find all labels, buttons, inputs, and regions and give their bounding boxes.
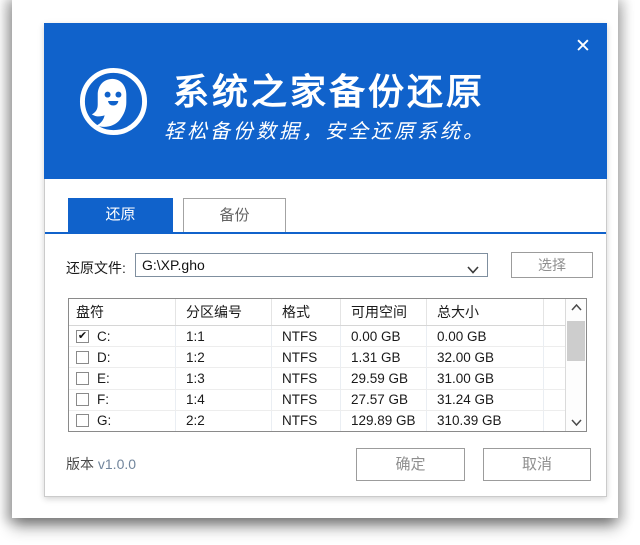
- version-label: 版本: [66, 456, 94, 472]
- cell-filler: [544, 411, 565, 431]
- cell-free: 0.00 GB: [341, 326, 427, 346]
- cell-filler: [544, 390, 565, 410]
- close-icon[interactable]: ✕: [572, 35, 594, 57]
- cell-free: 1.31 GB: [341, 347, 427, 367]
- cell-format: NTFS: [272, 326, 341, 346]
- ok-button[interactable]: 确定: [356, 448, 465, 481]
- tab-backup[interactable]: 备份: [183, 198, 286, 232]
- cell-drive: ✔ C:: [69, 326, 176, 346]
- app-subtitle: 轻松备份数据，安全还原系统。: [164, 115, 486, 144]
- cell-total: 32.00 GB: [427, 347, 544, 367]
- version-value: v1.0.0: [98, 456, 136, 472]
- column-header-filler: [544, 299, 565, 325]
- column-header-total[interactable]: 总大小: [427, 299, 544, 325]
- backup-restore-dialog: ✕ 系统之家备份还原 轻松备份数据，安全还原系统。 还原 备份 还原文件: G:…: [44, 23, 607, 497]
- cell-total: 0.00 GB: [427, 326, 544, 346]
- row-checkbox[interactable]: [76, 414, 89, 427]
- cell-drive: G:: [69, 411, 176, 431]
- table-row[interactable]: D: 1:2NTFS1.31 GB32.00 GB: [69, 347, 565, 368]
- restore-file-value: G:\XP.gho: [142, 257, 205, 273]
- table-header: 盘符 分区编号 格式 可用空间 总大小: [69, 299, 565, 326]
- cell-filler: [544, 326, 565, 346]
- tab-bar: 还原 备份: [45, 198, 606, 232]
- cancel-button[interactable]: 取消: [483, 448, 591, 481]
- table-body: ✔C:1:1NTFS0.00 GB0.00 GBD:1:2NTFS1.31 GB…: [69, 326, 565, 431]
- cell-partition: 1:4: [176, 390, 272, 410]
- partition-table-main: 盘符 分区编号 格式 可用空间 总大小 ✔C:1:1NTFS0.00 GB0.0…: [69, 299, 565, 431]
- scrollbar-track[interactable]: [566, 316, 586, 414]
- page-card: ✕ 系统之家备份还原 轻松备份数据，安全还原系统。 还原 备份 还原文件: G:…: [12, 0, 618, 518]
- ghost-logo-icon: [78, 66, 149, 137]
- cell-free: 27.57 GB: [341, 390, 427, 410]
- version-text: 版本 v1.0.0: [66, 454, 136, 474]
- drive-letter: E:: [97, 371, 110, 386]
- cell-drive: D:: [69, 347, 176, 367]
- cell-total: 310.39 GB: [427, 411, 544, 431]
- scroll-up-icon[interactable]: [566, 299, 586, 316]
- restore-file-label: 还原文件:: [66, 258, 126, 278]
- restore-file-combobox[interactable]: G:\XP.gho: [135, 253, 488, 277]
- column-header-partition[interactable]: 分区编号: [176, 299, 272, 325]
- app-title: 系统之家备份还原: [173, 63, 485, 115]
- cell-partition: 2:2: [176, 411, 272, 431]
- cell-partition: 1:3: [176, 368, 272, 388]
- cell-filler: [544, 347, 565, 367]
- cell-format: NTFS: [272, 347, 341, 367]
- dialog-header: ✕ 系统之家备份还原 轻松备份数据，安全还原系统。: [44, 23, 607, 179]
- row-checkbox[interactable]: ✔: [76, 330, 89, 343]
- cell-format: NTFS: [272, 390, 341, 410]
- cell-filler: [544, 368, 565, 388]
- tab-underline: [45, 232, 606, 234]
- table-row[interactable]: F: 1:4NTFS27.57 GB31.24 GB: [69, 390, 565, 411]
- tab-restore[interactable]: 还原: [68, 198, 173, 232]
- partition-table: 盘符 分区编号 格式 可用空间 总大小 ✔C:1:1NTFS0.00 GB0.0…: [68, 298, 587, 432]
- cell-format: NTFS: [272, 368, 341, 388]
- row-checkbox[interactable]: [76, 393, 89, 406]
- cell-free: 129.89 GB: [341, 411, 427, 431]
- scrollbar-thumb[interactable]: [567, 321, 585, 361]
- table-row[interactable]: G: 2:2NTFS129.89 GB310.39 GB: [69, 411, 565, 431]
- cell-total: 31.00 GB: [427, 368, 544, 388]
- cell-total: 31.24 GB: [427, 390, 544, 410]
- drive-letter: F:: [97, 392, 109, 407]
- column-header-format[interactable]: 格式: [272, 299, 341, 325]
- drive-letter: D:: [97, 350, 111, 365]
- row-checkbox[interactable]: [76, 351, 89, 364]
- select-file-button[interactable]: 选择: [511, 252, 593, 278]
- drive-letter: C:: [97, 329, 111, 344]
- cell-drive: F:: [69, 390, 176, 410]
- column-header-drive[interactable]: 盘符: [69, 299, 176, 325]
- drive-letter: G:: [97, 413, 111, 428]
- cell-partition: 1:1: [176, 326, 272, 346]
- cell-format: NTFS: [272, 411, 341, 431]
- column-header-free[interactable]: 可用空间: [341, 299, 427, 325]
- table-scrollbar[interactable]: [565, 299, 586, 431]
- chevron-down-icon[interactable]: [467, 261, 479, 279]
- table-row[interactable]: ✔C:1:1NTFS0.00 GB0.00 GB: [69, 326, 565, 347]
- row-checkbox[interactable]: [76, 372, 89, 385]
- table-row[interactable]: E: 1:3NTFS29.59 GB31.00 GB: [69, 368, 565, 389]
- cell-partition: 1:2: [176, 347, 272, 367]
- cell-drive: E:: [69, 368, 176, 388]
- scroll-down-icon[interactable]: [566, 414, 586, 431]
- cell-free: 29.59 GB: [341, 368, 427, 388]
